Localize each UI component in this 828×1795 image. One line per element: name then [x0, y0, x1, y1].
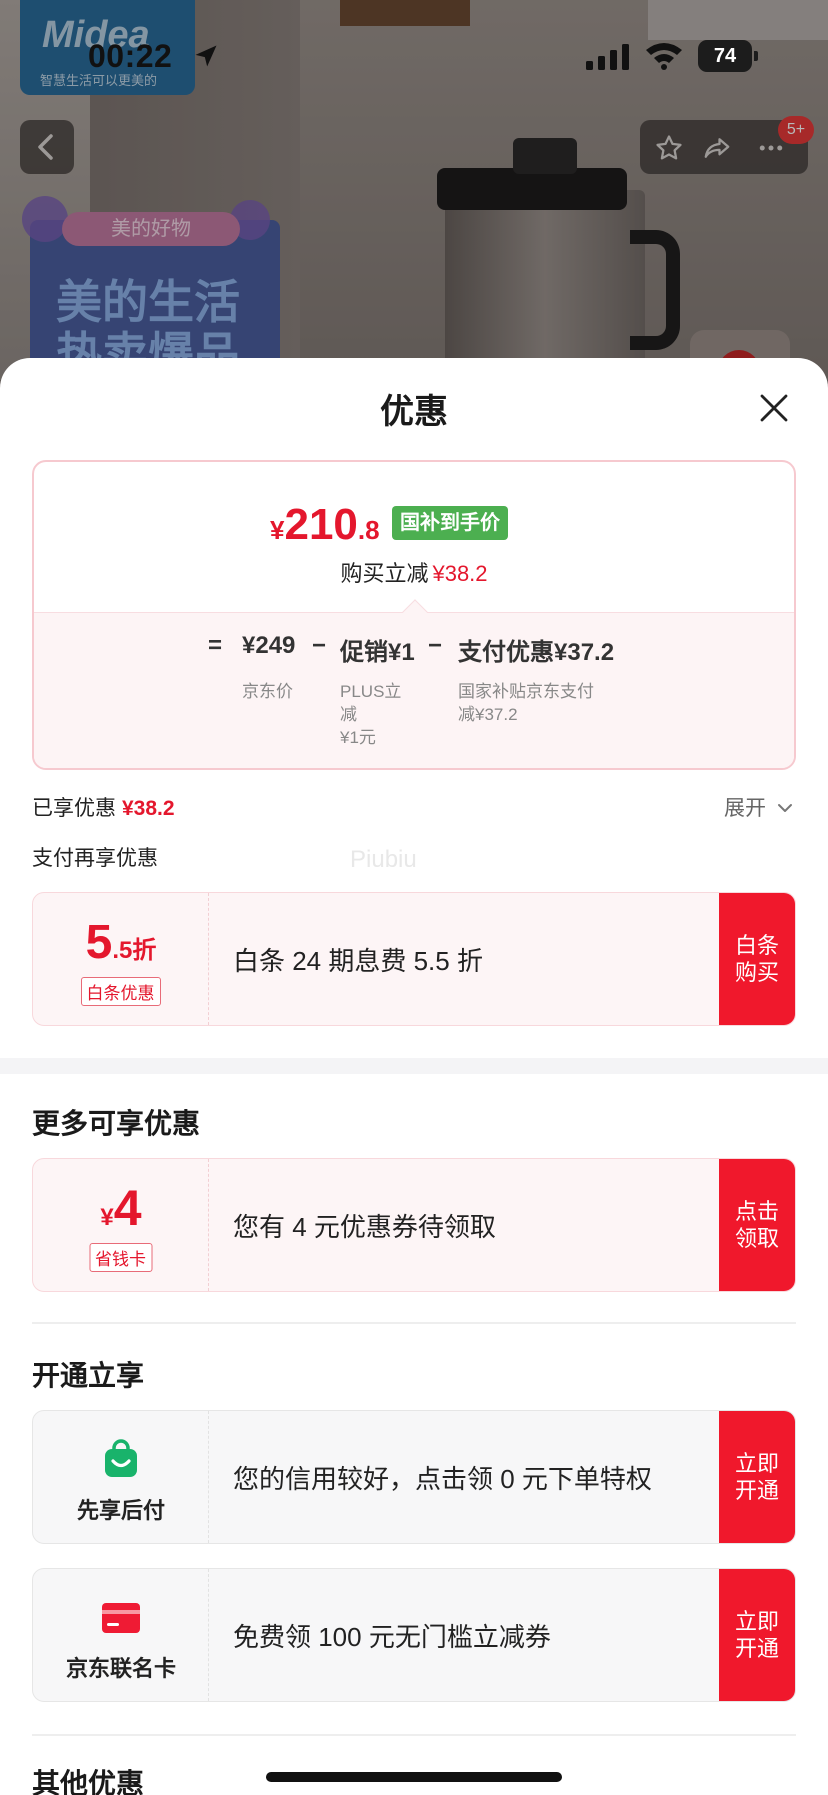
plus-discount-label: PLUS立 减 ¥1元: [340, 680, 401, 749]
status-time: 00:22: [88, 38, 173, 74]
watermark: Piubiu: [350, 846, 417, 873]
pay-more-label: 支付再享优惠: [32, 847, 158, 870]
jd-card-text: 免费领 100 元无门槛立减券: [233, 1621, 551, 1652]
baitiao-action-line2: 购买: [734, 960, 779, 985]
pay-later-action-line1: 立即: [734, 1451, 779, 1476]
home-indicator[interactable]: [266, 1772, 562, 1782]
baitiao-tag: 白条优惠: [80, 977, 161, 1006]
discount-sheet: 优惠 ¥210.8 国补到手价 购买立减 ¥38.2 = ¥249 − 促销¥1 …: [0, 358, 828, 1795]
offer-left-panel: 5.5折 白条优惠: [33, 893, 209, 1025]
reduce-value: ¥38.2: [432, 561, 488, 586]
jd-card-action-line1: 立即: [734, 1609, 779, 1634]
final-price: ¥210.8: [270, 500, 380, 550]
plus-label-line2: 减: [340, 705, 357, 724]
divider: [32, 1734, 796, 1736]
activate-jd-card-button[interactable]: 立即 开通: [719, 1569, 795, 1701]
enjoyed-label: 已享优惠: [32, 797, 116, 820]
jd-card-action-line2: 开通: [734, 1636, 779, 1661]
formula-minus: −: [312, 632, 327, 659]
price-breakdown-card: ¥210.8 国补到手价 购买立减 ¥38.2 = ¥249 − 促销¥1 − 支…: [32, 460, 796, 770]
baitiao-discount-value: 5.5折: [33, 915, 209, 970]
baitiao-action-line1: 白条: [734, 933, 779, 958]
wifi-icon: [646, 43, 682, 70]
other-offers-title: 其他优惠: [32, 1768, 145, 1795]
enjoyed-discount: 已享优惠 ¥38.2: [32, 792, 175, 822]
offer-left-panel: 先享后付: [33, 1411, 209, 1543]
credit-card-icon: [102, 1603, 140, 1633]
subsidy-label-line2: 减¥37.2: [458, 705, 518, 724]
pay-later-text: 您的信用较好，点击领 0 元下单特权: [233, 1463, 652, 1494]
offer-left-panel: ¥4 省钱卡: [33, 1159, 209, 1291]
jd-cobrand-card[interactable]: 京东联名卡 免费领 100 元无门槛立减券 立即 开通: [32, 1568, 796, 1702]
claim-coupon-button[interactable]: 点击 领取: [719, 1159, 795, 1291]
baitiao-discount-suffix: .5折: [112, 937, 157, 964]
baitiao-offer-card[interactable]: 5.5折 白条优惠 白条 24 期息费 5.5 折 白条 购买: [32, 892, 796, 1026]
plus-label-line1: PLUS立: [340, 682, 402, 701]
formula-minus: −: [428, 632, 443, 659]
baitiao-buy-button[interactable]: 白条 购买: [719, 893, 795, 1025]
coupon-offer-text: 您有 4 元优惠券待领取: [233, 1211, 496, 1242]
subsidy-badge: 国补到手价: [392, 506, 508, 540]
open-now-title: 开通立享: [32, 1360, 145, 1391]
reduce-label: 购买立减: [340, 561, 429, 586]
subsidy-label-line1: 国家补贴京东支付: [458, 682, 594, 701]
formula-equals: =: [208, 632, 223, 659]
close-icon[interactable]: [756, 390, 792, 426]
formula-promo: 促销¥1: [340, 639, 415, 666]
pay-later-label: 先享后付: [76, 1498, 165, 1523]
plus-label-line3: ¥1元: [340, 728, 376, 747]
cellular-signal-icon: [586, 44, 629, 70]
final-price-integer: 210: [284, 500, 358, 549]
expand-button[interactable]: 展开: [724, 792, 794, 822]
pay-later-action-line2: 开通: [734, 1478, 779, 1503]
final-price-decimal: .8: [357, 515, 380, 545]
coupon-tag: 省钱卡: [89, 1243, 152, 1272]
battery-icon: 74: [698, 40, 758, 72]
enjoyed-value: ¥38.2: [122, 797, 175, 820]
jd-card-label: 京东联名卡: [65, 1656, 176, 1681]
jd-price-label: 京东价: [242, 682, 293, 701]
sheet-title: 优惠: [380, 393, 448, 431]
offer-left-panel: 京东联名卡: [33, 1569, 209, 1701]
coupon-offer-card[interactable]: ¥4 省钱卡 您有 4 元优惠券待领取 点击 领取: [32, 1158, 796, 1292]
formula-pay-discount: 支付优惠¥37.2: [458, 639, 615, 666]
final-price-currency: ¥: [270, 515, 285, 545]
status-bar: 00:22 74: [0, 0, 828, 100]
coupon-action-line2: 领取: [734, 1226, 779, 1251]
expand-label: 展开: [724, 797, 766, 820]
shopping-bag-icon: [105, 1439, 137, 1477]
more-offers-title: 更多可享优惠: [32, 1108, 201, 1139]
coupon-action-line1: 点击: [734, 1199, 779, 1224]
activate-pay-later-button[interactable]: 立即 开通: [719, 1411, 795, 1543]
coupon-amount-value: 4: [113, 1180, 142, 1236]
section-separator: [0, 1058, 828, 1074]
location-arrow-icon: [195, 45, 217, 67]
baitiao-discount-int: 5: [85, 916, 113, 969]
formula-jd-price: ¥249: [242, 632, 296, 659]
coupon-currency: ¥: [100, 1204, 114, 1231]
chevron-down-icon: [777, 804, 792, 812]
subsidy-pay-label: 国家补贴京东支付 减¥37.2: [458, 680, 594, 726]
divider: [32, 1322, 796, 1324]
baitiao-offer-text: 白条 24 期息费 5.5 折: [233, 945, 483, 976]
pay-later-card[interactable]: 先享后付 您的信用较好，点击领 0 元下单特权 立即 开通: [32, 1410, 796, 1544]
instant-reduction: 购买立减 ¥38.2: [34, 556, 794, 588]
coupon-amount: ¥4: [33, 1179, 209, 1237]
